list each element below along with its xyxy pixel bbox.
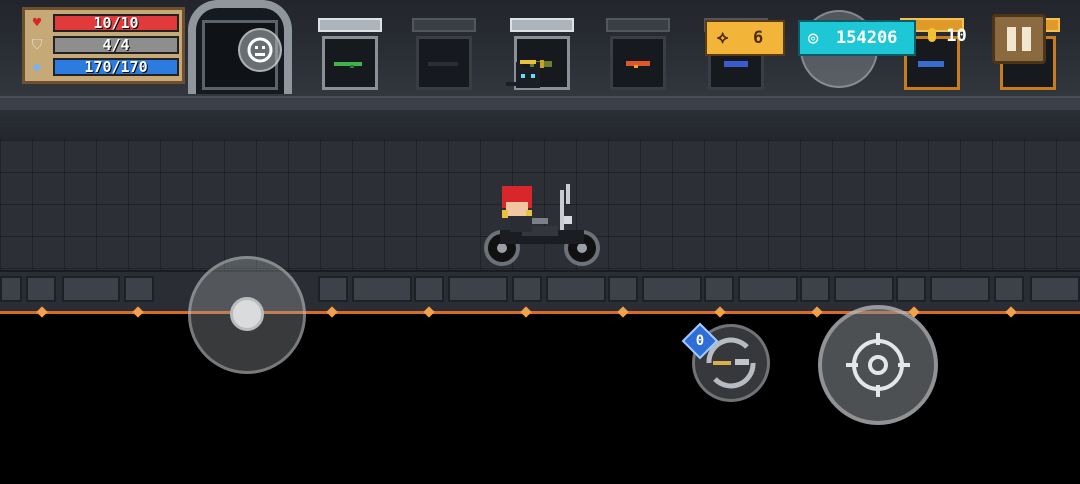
weapon-icon [724,61,748,67]
player-on-motorcycle[interactable] [480,180,606,270]
health-bar: 10/10 [53,14,179,32]
fish-icon: ⟡ [717,28,729,48]
coin-counter: 10 [928,26,967,52]
coin-icon [928,28,936,42]
weapon-case-2 [412,18,476,92]
weapon-icon [334,62,362,68]
game-scene: ♥ 10/10 ⛉ 4/4 ◆ 170/170 ⟡ 6 ◎ 154206 10 … [0,0,1080,484]
weapon-icon [918,61,944,67]
energy-icon: ◆ [32,59,42,75]
gem-counter: ◎ 154206 [798,20,916,56]
coin-count: 10 [946,26,967,46]
armor-bar: 4/4 [53,36,179,54]
energy-row: ◆ 170/170 [29,58,179,76]
weapon-icon [428,62,458,66]
armor-row: ⛉ 4/4 [29,36,179,54]
shield-icon: ⛉ [31,37,43,53]
player-stats-panel: ♥ 10/10 ⛉ 4/4 ◆ 170/170 [22,7,185,84]
health-text: 10/10 [93,14,139,32]
gem-icon: ◎ [808,28,819,48]
energy-text: 170/170 [84,58,148,76]
fish-counter: ⟡ 6 [705,20,785,56]
health-row: ♥ 10/10 [29,14,179,32]
attack-button[interactable] [818,305,938,425]
crosshair-icon [846,333,910,397]
wall-face [0,110,1080,143]
fish-count: 6 [753,28,764,48]
heart-icon: ♥ [32,15,42,31]
emote-icon [247,37,273,63]
gem-count: 154206 [836,28,898,48]
weapon-icon [626,61,650,68]
swap-badge-count: 0 [695,333,705,349]
pet-cat [506,60,540,88]
joystick-knob[interactable] [230,297,264,331]
emote-button[interactable] [238,28,282,72]
weapon-case-1 [318,18,382,92]
armor-text: 4/4 [102,36,130,54]
energy-bar: 170/170 [53,58,179,76]
weapon-case-4 [606,18,670,92]
pause-button[interactable] [992,14,1046,64]
